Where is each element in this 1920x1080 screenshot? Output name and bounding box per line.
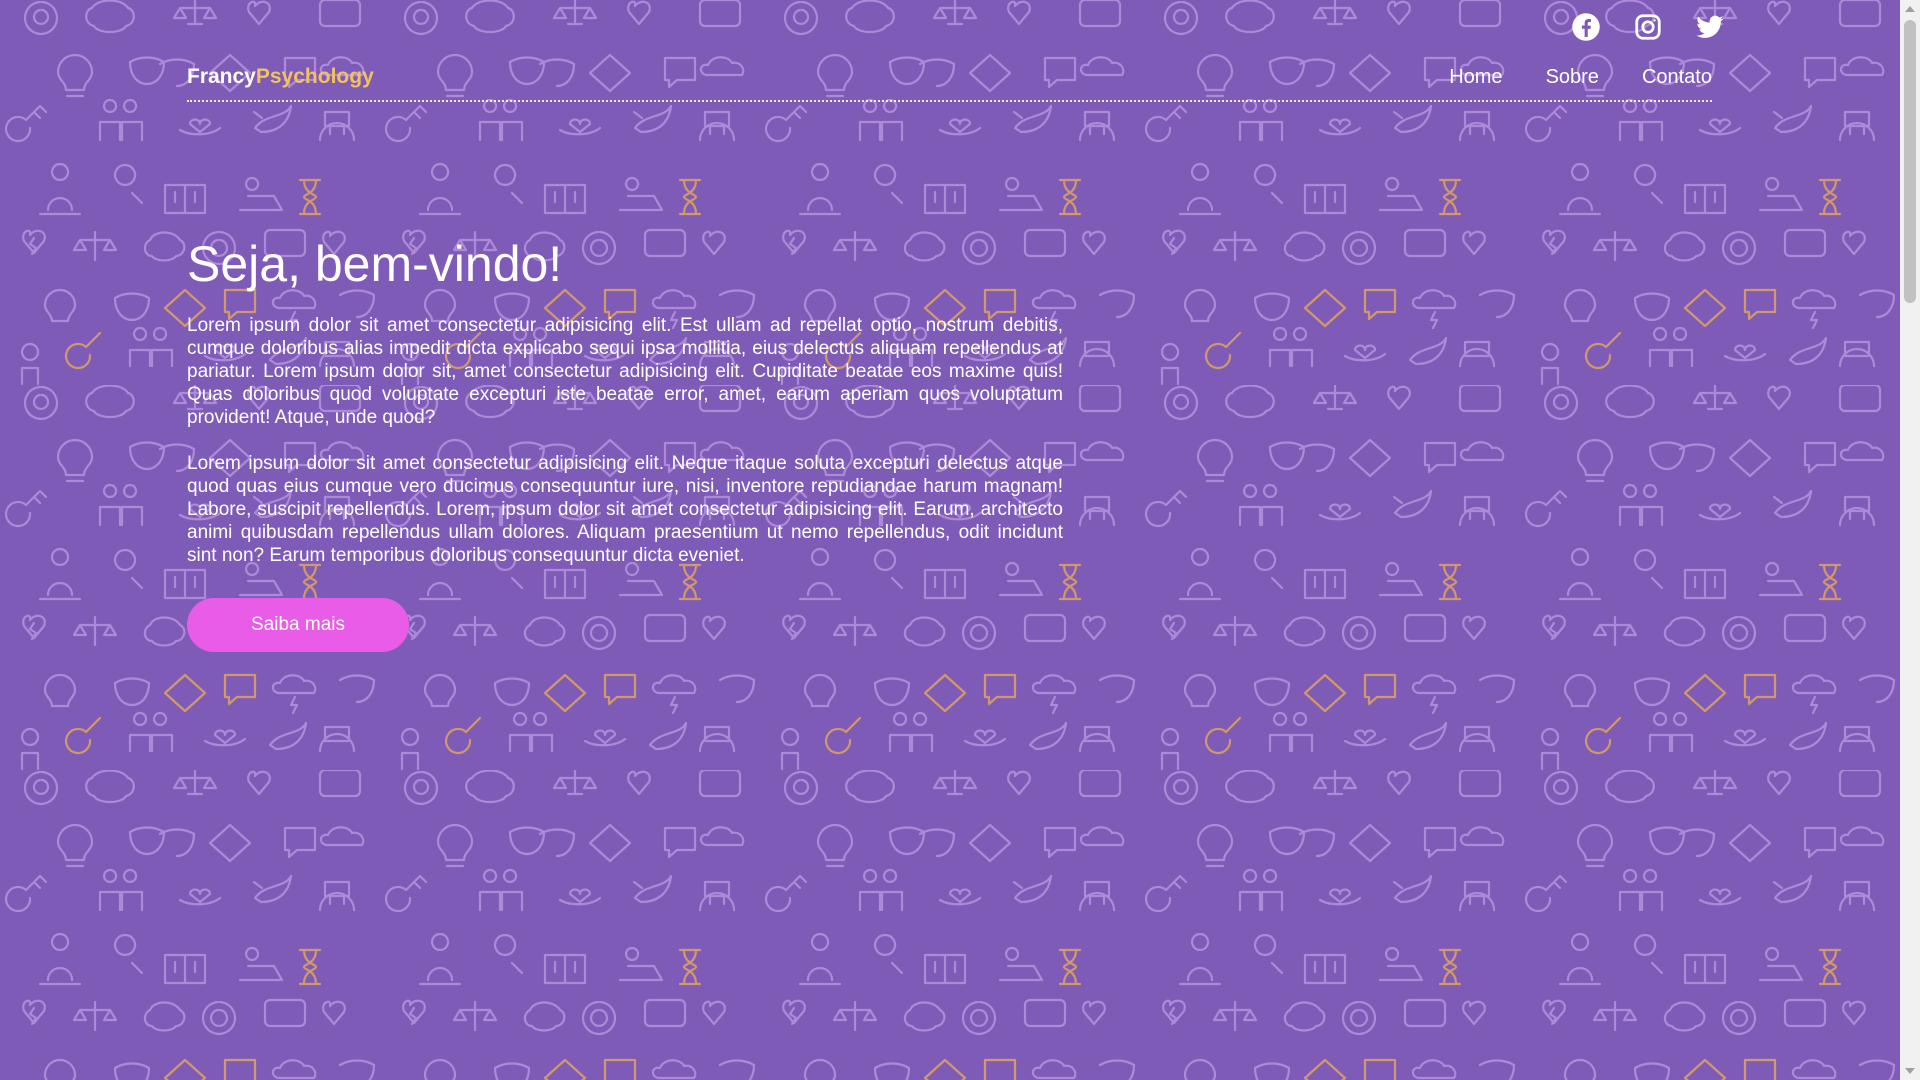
nav-contato[interactable]: Contato: [1642, 58, 1712, 96]
page: FrancyPsychology Home Sobre Contato Seja…: [0, 0, 1900, 1080]
hero-section: Seja, bem-vindo! Lorem ipsum dolor sit a…: [187, 232, 1063, 652]
top-navbar: FrancyPsychology Home Sobre Contato: [187, 58, 1712, 102]
main-nav: Home Sobre Contato: [1449, 58, 1712, 96]
scrollbar-thumb[interactable]: [1904, 20, 1916, 303]
instagram-icon[interactable]: [1633, 12, 1663, 42]
social-links: [1571, 12, 1725, 42]
scroll-up-arrow-icon[interactable]: [1905, 6, 1915, 12]
hero-title: Seja, bem-vindo!: [187, 236, 563, 292]
nav-home[interactable]: Home: [1449, 58, 1502, 96]
hero-paragraph-1: Lorem ipsum dolor sit amet consectetur a…: [187, 315, 1063, 428]
page-scrollbar[interactable]: [1900, 0, 1920, 1080]
saiba-mais-button[interactable]: Saiba mais: [187, 598, 409, 652]
logo-text-francy: Francy: [187, 65, 256, 88]
logo-text-psychology: Psychology: [255, 65, 374, 88]
scroll-down-arrow-icon[interactable]: [1905, 1068, 1915, 1074]
site-logo[interactable]: FrancyPsychology: [187, 58, 374, 96]
twitter-icon[interactable]: [1695, 12, 1725, 42]
nav-sobre[interactable]: Sobre: [1546, 58, 1599, 96]
facebook-icon[interactable]: [1571, 12, 1601, 42]
hero-paragraph-2: Lorem ipsum dolor sit amet consectetur a…: [187, 453, 1063, 566]
